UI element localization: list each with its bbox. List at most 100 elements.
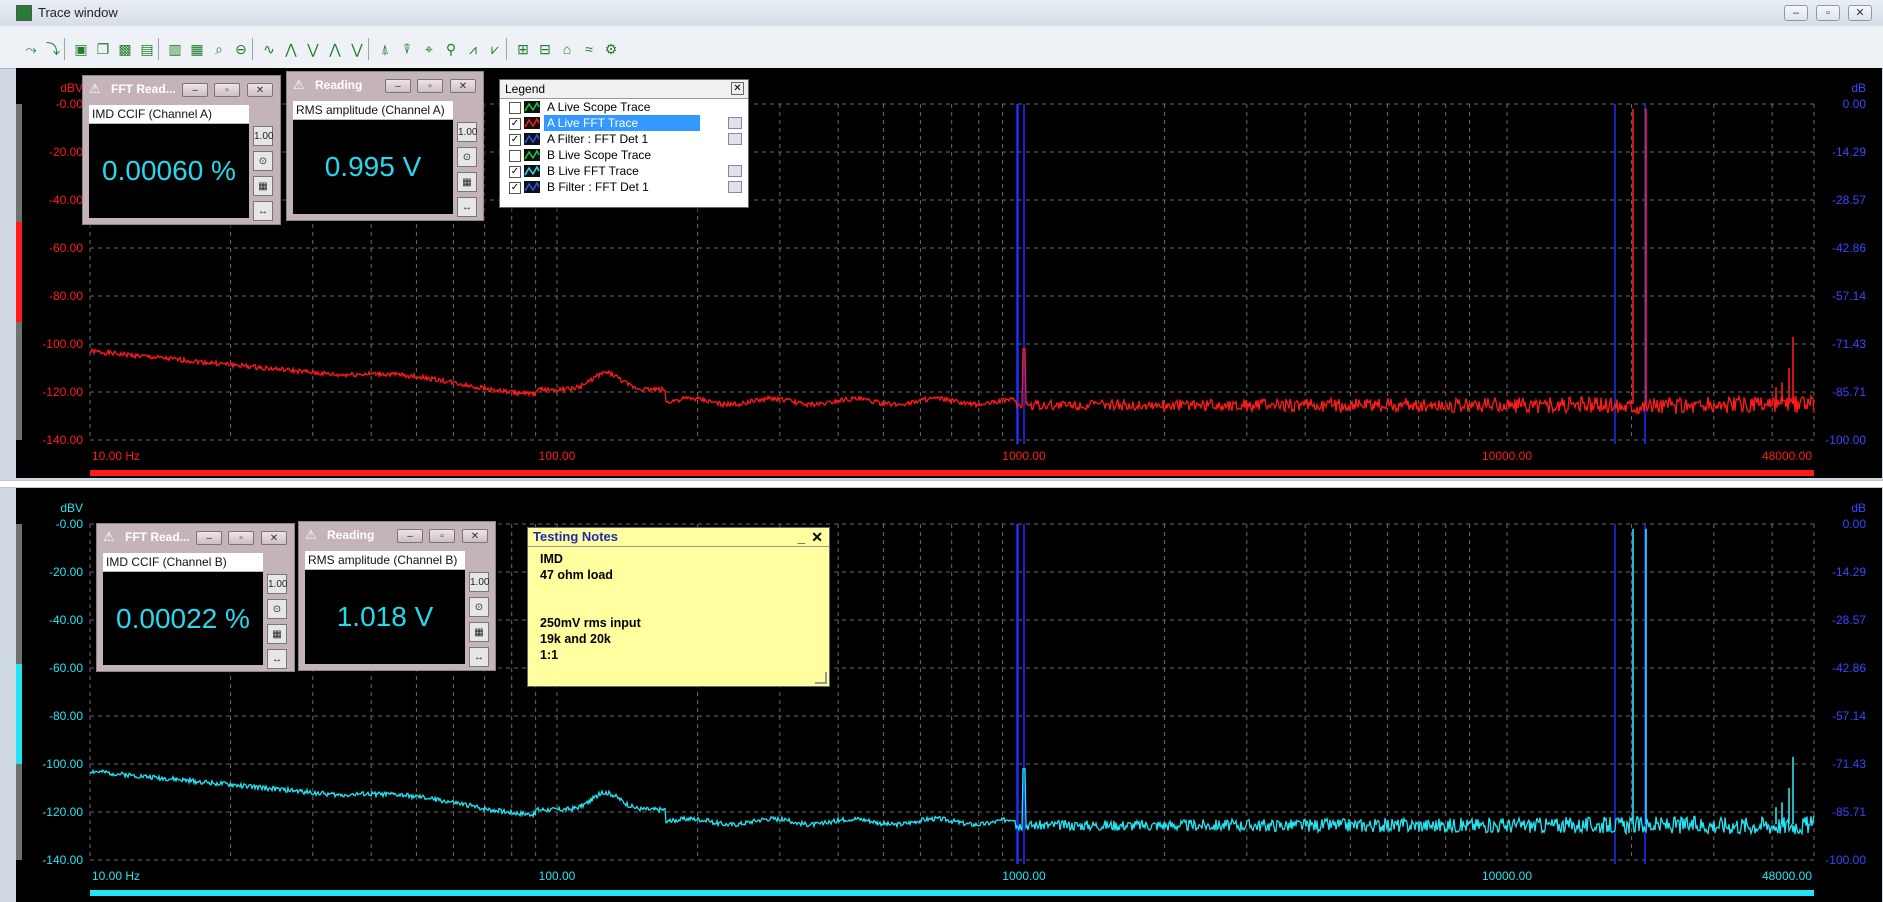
readout-close-button[interactable]: ✕ [247,83,273,97]
chart-icon[interactable]: ▥ [166,40,184,58]
panel-splitter[interactable] [0,480,1883,488]
readout-titlebar[interactable]: ⚠ FFT Read... – ▫ ✕ [89,80,276,100]
search-icon[interactable]: ⚲ [442,40,460,58]
resize-icon[interactable]: ↔ [253,201,273,221]
trace-properties-icon[interactable] [728,133,742,145]
readout-maximize-button[interactable]: ▫ [417,79,443,93]
trace-panel-b[interactable]: -0.00 -20.00 -40.00 -60.00 -80.00 -100.00 -120… [16,488,1882,902]
alarm-icon[interactable]: ⊙ [469,597,489,617]
log-icon[interactable]: ▦ [469,622,489,642]
smooth-icon[interactable]: ≈ [580,40,598,58]
trace-properties-icon[interactable] [728,165,742,177]
readout-minimize-button[interactable]: – [182,83,208,97]
readout-titlebar[interactable]: ⚠ FFT Read... – ▫ ✕ [103,528,290,548]
resize-icon[interactable]: ↔ [457,197,477,217]
cursor-c-icon[interactable]: ⋀ [326,40,344,58]
legend-window[interactable]: Legend ✕ A Live Scope Trace ✓ A Live FFT T… [499,79,749,208]
home-icon[interactable]: ⌂ [558,40,576,58]
grid-icon[interactable]: ▦ [188,40,206,58]
notes-titlebar[interactable]: Testing Notes _ ✕ [528,528,829,547]
export-icon[interactable]: ▤ [138,40,156,58]
readout-minimize-button[interactable]: – [385,79,411,93]
legend-checkbox[interactable]: ✓ [509,134,521,146]
gain-icon[interactable]: ⊞ [514,40,532,58]
legend-checkbox[interactable] [509,150,521,162]
spectrum-plot[interactable]: -0.00 -20.00 -40.00 -60.00 -80.00 -100.00 -120… [16,488,1882,902]
digits-icon[interactable]: 1.00 [267,574,287,594]
minimize-button[interactable]: – [1784,5,1808,21]
y2-tick-label: -85.71 [1832,805,1866,819]
y2-tick-label: 0.00 [1843,97,1867,111]
notes-body[interactable]: IMD 47 ohm load 250mV rms input 19k and … [528,547,829,667]
close-button[interactable]: ✕ [1848,5,1872,21]
cursor-d-icon[interactable]: ⋁ [348,40,366,58]
resize-grip-icon[interactable] [815,672,827,684]
zoom-out-icon[interactable]: ⊖ [232,40,250,58]
peak-next-icon[interactable]: ⍒ [398,40,416,58]
add-trace-icon[interactable]: ⤳ [22,40,40,58]
image-icon[interactable]: ▩ [116,40,134,58]
copy-icon[interactable]: ❐ [94,40,112,58]
x-scrollbar[interactable] [90,890,1814,896]
maximize-button[interactable]: ▫ [1816,5,1840,21]
fft-readout-window-b[interactable]: ⚠ FFT Read... – ▫ ✕ IMD CCIF (Channel B)… [96,523,295,672]
notes-minimize-button[interactable]: _ [798,529,805,547]
trace-icon[interactable]: ∿ [260,40,278,58]
readout-close-button[interactable]: ✕ [261,531,287,545]
legend-list: A Live Scope Trace ✓ A Live FFT Trace ✓ A Fi… [500,99,748,195]
digits-icon[interactable]: 1.00 [457,122,477,142]
legend-item[interactable]: ✓ B Live FFT Trace [500,163,748,179]
digits-icon[interactable]: 1.00 [253,126,273,146]
marker-icon[interactable]: ⌖ [420,40,438,58]
digits-icon[interactable]: 1.00 [469,572,489,592]
legend-checkbox[interactable]: ✓ [509,118,521,130]
notes-close-button[interactable]: ✕ [811,528,823,546]
readout-maximize-button[interactable]: ▫ [228,531,254,545]
readout-maximize-button[interactable]: ▫ [214,83,240,97]
zoom-icon[interactable]: ⌕ [210,40,228,58]
remove-trace-icon[interactable]: ⤵ [44,40,62,58]
readout-close-button[interactable]: ✕ [450,79,476,93]
filter-icon[interactable]: ⩘ [464,40,482,58]
trace-properties-icon[interactable] [728,181,742,193]
cursor-a-icon[interactable]: ⋀ [282,40,300,58]
readout-titlebar[interactable]: ⚠ Reading – ▫ ✕ [293,76,479,96]
fft-readout-window-a[interactable]: ⚠ FFT Read... – ▫ ✕ IMD CCIF (Channel A)… [82,75,281,225]
legend-item[interactable]: ✓ A Filter : FFT Det 1 [500,131,748,147]
legend-close-button[interactable]: ✕ [731,82,744,95]
peak-icon[interactable]: ⍋ [376,40,394,58]
rms-readout-window-a[interactable]: ⚠ Reading – ▫ ✕ RMS amplitude (Channel A… [286,71,484,221]
y-tick-label: -60.00 [49,241,83,255]
trace-properties-icon[interactable] [728,117,742,129]
alarm-icon[interactable]: ⊙ [253,151,273,171]
log-icon[interactable]: ▦ [267,624,287,644]
readout-maximize-button[interactable]: ▫ [429,529,455,543]
legend-checkbox[interactable]: ✓ [509,166,521,178]
resize-icon[interactable]: ↔ [469,647,489,667]
log-icon[interactable]: ▦ [253,176,273,196]
filter2-icon[interactable]: ⩗ [486,40,504,58]
readout-titlebar[interactable]: ⚠ Reading – ▫ ✕ [305,526,491,546]
readout-value: 0.995 V [293,120,453,214]
legend-item[interactable]: A Live Scope Trace [500,99,748,115]
legend-checkbox[interactable]: ✓ [509,182,521,194]
settings-icon[interactable]: ⚙ [602,40,620,58]
resize-icon[interactable]: ↔ [267,649,287,669]
alarm-icon[interactable]: ⊙ [267,599,287,619]
legend-item[interactable]: ✓ A Live FFT Trace [500,115,748,131]
readout-close-button[interactable]: ✕ [462,529,488,543]
notes-window[interactable]: Testing Notes _ ✕ IMD 47 ohm load 250mV … [527,527,830,687]
alarm-icon[interactable]: ⊙ [457,147,477,167]
x-scrollbar[interactable] [90,470,1814,476]
log-icon[interactable]: ▦ [457,172,477,192]
legend-titlebar[interactable]: Legend ✕ [500,80,748,99]
legend-item[interactable]: B Live Scope Trace [500,147,748,163]
readout-minimize-button[interactable]: – [196,531,222,545]
ratio-icon[interactable]: ⊟ [536,40,554,58]
legend-item[interactable]: ✓ B Filter : FFT Det 1 [500,179,748,195]
rms-readout-window-b[interactable]: ⚠ Reading – ▫ ✕ RMS amplitude (Channel B… [298,521,496,671]
readout-minimize-button[interactable]: – [397,529,423,543]
legend-checkbox[interactable] [509,102,521,114]
cursor-b-icon[interactable]: ⋁ [304,40,322,58]
save-icon[interactable]: ▣ [72,40,90,58]
